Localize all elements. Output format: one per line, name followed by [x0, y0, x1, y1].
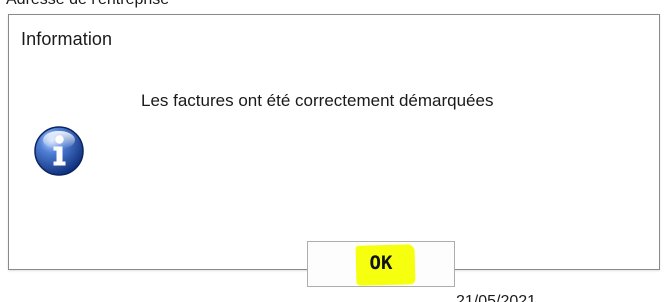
dialog-title: Information — [21, 29, 113, 49]
background-text-top: Adresse de l'entreprise — [0, 0, 667, 10]
information-icon — [33, 125, 85, 177]
screen: Adresse de l'entreprise Information — [0, 0, 667, 302]
background-text-top-label: Adresse de l'entreprise — [6, 0, 169, 9]
ok-button[interactable]: OK — [307, 241, 455, 287]
ok-button-label: OK — [369, 252, 393, 274]
information-dialog: Information Les factures ont été correct… — [8, 14, 660, 287]
yellow-highlight-annotation: OK — [362, 249, 401, 279]
background-text-bottom: 21/05/2021 — [0, 291, 667, 302]
background-text-bottom-label: 21/05/2021 — [456, 293, 537, 302]
dialog-message: Les factures ont été correctement démarq… — [141, 91, 494, 110]
